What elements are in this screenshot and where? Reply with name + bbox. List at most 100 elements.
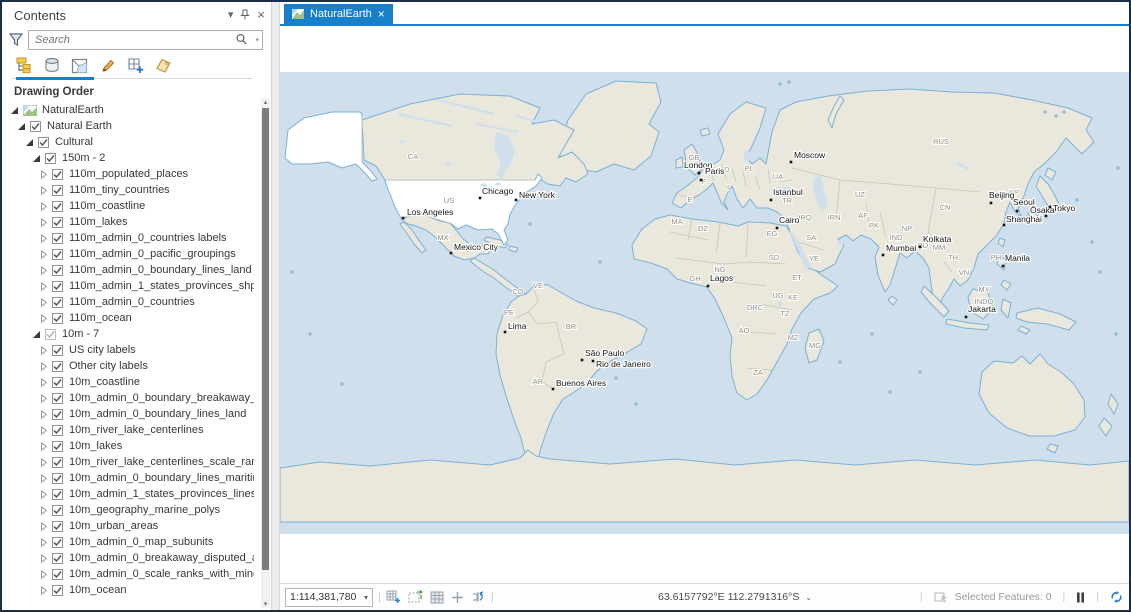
layer-tree-row[interactable]: 10m_admin_0_boundary_lines_maritime_indi… [2, 470, 254, 486]
expander-icon[interactable] [39, 441, 48, 451]
expander-icon[interactable] [17, 122, 26, 131]
expander-icon[interactable] [39, 313, 48, 323]
layer-tree-row[interactable]: 10m_geography_marine_polys [2, 502, 254, 518]
map-canvas[interactable]: CA US MX CO VE PE BR AR GB D PL UA F E I TR UZ IRN AF PK IRQ… [280, 26, 1129, 586]
expander-icon[interactable] [39, 233, 48, 243]
layer-visibility-checkbox[interactable] [52, 296, 63, 308]
refresh-icon[interactable] [1110, 591, 1123, 603]
expander-icon[interactable] [39, 585, 48, 595]
flow-direction-icon[interactable] [471, 590, 486, 604]
layer-visibility-checkbox[interactable] [52, 552, 63, 564]
layer-visibility-checkbox[interactable] [52, 568, 63, 580]
layer-tree-row[interactable]: US city labels [2, 342, 254, 358]
layer-visibility-checkbox[interactable] [38, 136, 49, 148]
layer-tree-row[interactable]: 150m - 2 [2, 150, 254, 166]
layer-visibility-checkbox[interactable] [52, 440, 63, 452]
expander-icon[interactable] [39, 377, 48, 387]
layer-tree-row[interactable]: 110m_admin_0_countries [2, 294, 254, 310]
expander-icon[interactable] [39, 169, 48, 179]
expander-icon[interactable] [25, 138, 34, 147]
expander-icon[interactable] [39, 265, 48, 275]
layer-tree-row[interactable]: 110m_lakes [2, 214, 254, 230]
layer-tree-row[interactable]: 10m_river_lake_centerlines [2, 422, 254, 438]
layer-visibility-checkbox[interactable] [52, 248, 63, 260]
layer-visibility-checkbox[interactable] [52, 344, 63, 356]
layer-visibility-checkbox[interactable] [52, 200, 63, 212]
layer-tree-row[interactable]: 10m_admin_0_scale_ranks_with_minor_islan… [2, 566, 254, 582]
expander-icon[interactable] [39, 425, 48, 435]
layer-tree-row[interactable]: 110m_admin_0_boundary_lines_land [2, 262, 254, 278]
list-by-data-source-button[interactable] [42, 56, 61, 75]
crosshair-icon[interactable] [451, 591, 464, 604]
layer-tree-row[interactable]: 10m_urban_areas [2, 518, 254, 534]
layer-visibility-checkbox[interactable] [52, 216, 63, 228]
layer-tree-row[interactable]: 110m_coastline [2, 198, 254, 214]
layer-tree-row[interactable]: 110m_populated_places [2, 166, 254, 182]
grid-add-icon[interactable] [386, 590, 401, 604]
selected-features-label[interactable]: Selected Features: 0 [955, 591, 1052, 603]
layer-visibility-checkbox[interactable] [52, 232, 63, 244]
layer-visibility-checkbox[interactable] [52, 360, 63, 372]
filter-funnel-icon[interactable] [8, 32, 24, 48]
expander-icon[interactable] [39, 409, 48, 419]
expander-icon[interactable] [39, 361, 48, 371]
tab-close-icon[interactable]: × [378, 7, 385, 21]
pause-drawing-icon[interactable] [1076, 592, 1085, 603]
coordinates-caret-icon[interactable]: ⌄ [805, 593, 812, 602]
close-panel-icon[interactable]: × [257, 7, 265, 22]
layer-tree-row[interactable]: 10m_ocean [2, 582, 254, 598]
expander-icon[interactable] [39, 537, 48, 547]
expander-icon[interactable] [39, 217, 48, 227]
layer-tree-row[interactable]: 10m_admin_1_states_provinces_lines_shp [2, 486, 254, 502]
panel-menu-caret-icon[interactable]: ▾ [228, 8, 234, 21]
layer-tree-row[interactable]: 110m_admin_0_pacific_groupings [2, 246, 254, 262]
layer-tree-row[interactable]: 110m_admin_0_countries labels [2, 230, 254, 246]
list-by-snapping-button[interactable] [126, 56, 145, 75]
expander-icon[interactable] [39, 569, 48, 579]
map-view-tab[interactable]: NaturalEarth × [284, 4, 393, 24]
search-box[interactable]: ▾ [28, 30, 263, 50]
layer-tree-row[interactable]: 10m - 7 [2, 326, 254, 342]
layer-tree-row[interactable]: 10m_coastline [2, 374, 254, 390]
expander-icon[interactable] [39, 297, 48, 307]
list-by-drawing-order-button[interactable] [14, 56, 33, 75]
layer-visibility-checkbox[interactable] [52, 376, 63, 388]
expander-icon[interactable] [39, 473, 48, 483]
layer-tree-row[interactable]: 110m_admin_1_states_provinces_shp [2, 278, 254, 294]
scrollbar-thumb[interactable] [262, 108, 269, 570]
table-grid-icon[interactable] [430, 591, 444, 604]
expander-icon[interactable] [39, 457, 48, 467]
expander-icon[interactable] [10, 106, 19, 115]
expander-icon[interactable] [39, 345, 48, 355]
layer-visibility-checkbox[interactable] [52, 504, 63, 516]
expander-icon[interactable] [39, 281, 48, 291]
layer-visibility-checkbox[interactable] [52, 168, 63, 180]
layer-tree-row[interactable]: Other city labels [2, 358, 254, 374]
layer-visibility-checkbox[interactable] [30, 120, 41, 132]
layer-visibility-checkbox[interactable] [45, 152, 56, 164]
layer-visibility-checkbox[interactable] [52, 520, 63, 532]
layer-visibility-checkbox[interactable] [52, 408, 63, 420]
expander-icon[interactable] [32, 330, 41, 339]
coordinates-readout[interactable]: 63.6157792°E 112.2791316°S ⌄ [658, 591, 812, 603]
expander-icon[interactable] [39, 505, 48, 515]
expander-icon[interactable] [32, 154, 41, 163]
extent-arrows-icon[interactable] [408, 590, 423, 604]
expander-icon[interactable] [39, 185, 48, 195]
expander-icon[interactable] [39, 393, 48, 403]
layer-visibility-checkbox[interactable] [52, 280, 63, 292]
layer-tree-row[interactable]: Cultural [2, 134, 254, 150]
expander-icon[interactable] [39, 553, 48, 563]
scale-combo[interactable]: 1:114,381,780 ▾ [285, 587, 373, 607]
layer-tree-row[interactable]: 10m_admin_0_boundary_breakaway_disputed_… [2, 390, 254, 406]
layer-tree-row[interactable]: 110m_tiny_countries [2, 182, 254, 198]
expander-icon[interactable] [39, 489, 48, 499]
search-options-caret-icon[interactable]: ▾ [255, 36, 259, 44]
layer-visibility-checkbox[interactable] [52, 312, 63, 324]
layer-tree-row[interactable]: 10m_admin_0_breakaway_disputed_areas [2, 550, 254, 566]
layer-visibility-checkbox[interactable] [52, 488, 63, 500]
layer-visibility-checkbox[interactable] [52, 392, 63, 404]
search-input[interactable] [33, 32, 212, 48]
layer-visibility-checkbox[interactable] [45, 328, 56, 340]
layer-visibility-checkbox[interactable] [52, 184, 63, 196]
